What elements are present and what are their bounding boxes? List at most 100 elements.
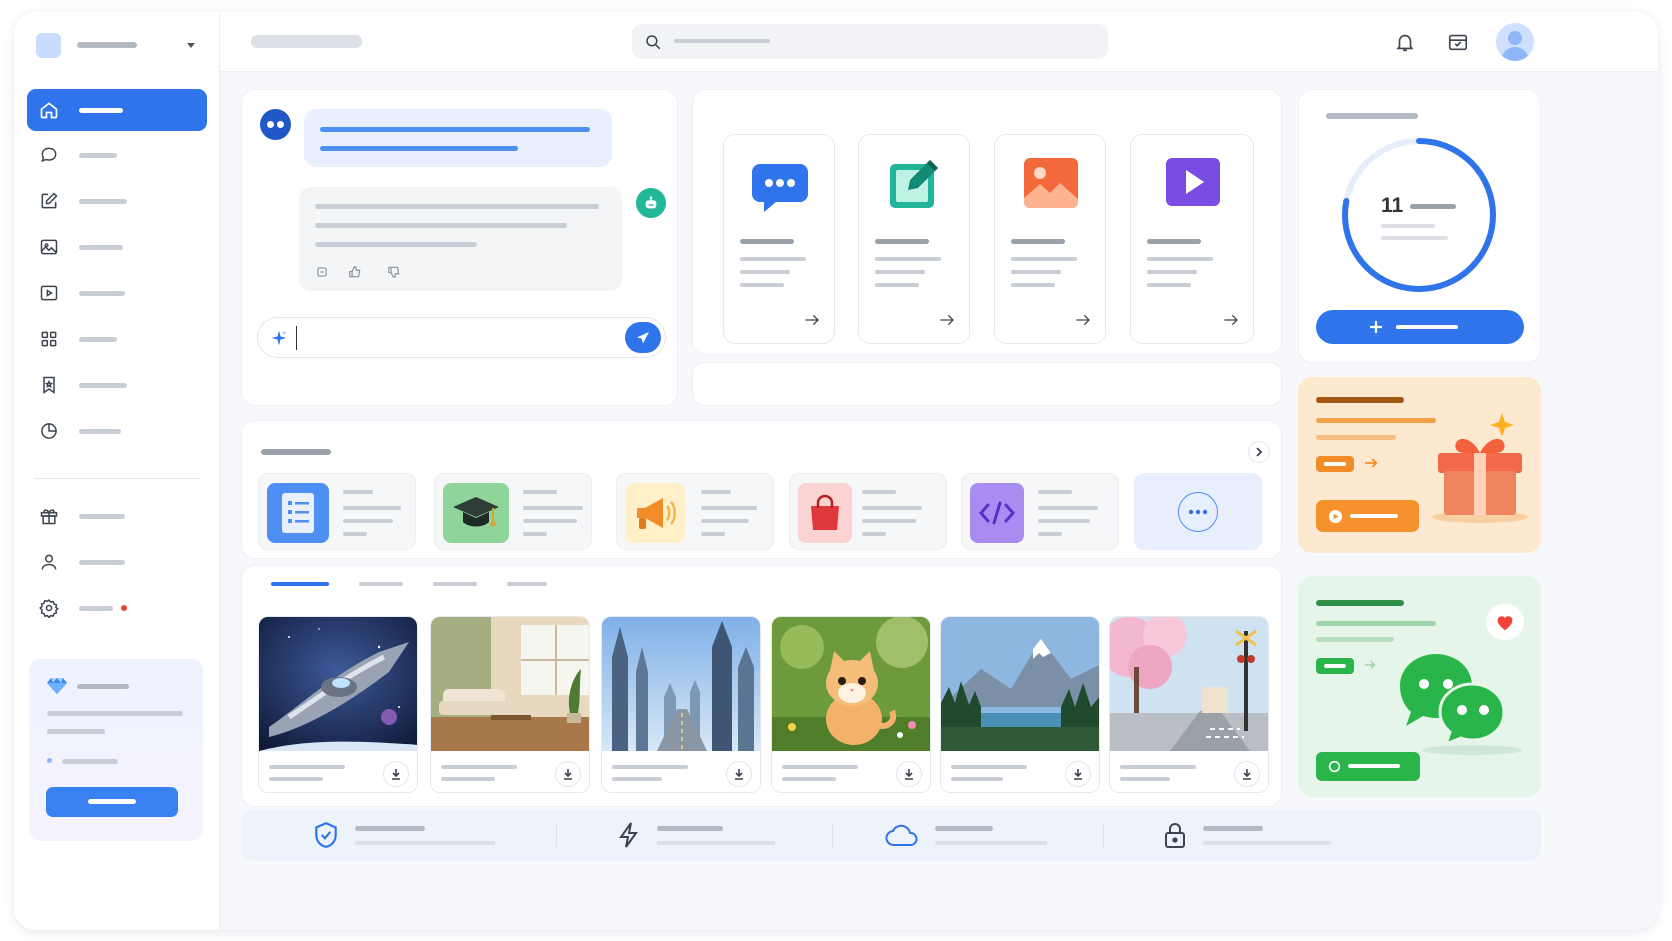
gallery-tab-3[interactable] <box>433 582 477 586</box>
send-icon <box>635 330 651 346</box>
thumbs-up-icon[interactable] <box>348 265 362 279</box>
sidebar <box>14 12 220 930</box>
tool-card-shopping[interactable] <box>789 473 947 550</box>
sidebar-item-write[interactable] <box>27 180 207 222</box>
tool-card-more[interactable] <box>1134 473 1262 550</box>
gallery-tab-2[interactable] <box>359 582 403 586</box>
spaceship-image <box>259 617 417 751</box>
gallery-tab-4[interactable] <box>507 582 547 586</box>
download-icon <box>390 768 402 780</box>
sidebar-item-chat[interactable] <box>27 134 207 176</box>
app-card-chat[interactable] <box>723 134 835 344</box>
feature-divider <box>1103 823 1104 847</box>
sparkle-icon <box>270 329 288 347</box>
assistant-message <box>299 187 622 291</box>
download-button[interactable] <box>555 761 581 787</box>
tool-card-education[interactable] <box>434 473 592 550</box>
gallery-item[interactable] <box>771 616 931 793</box>
user-icon <box>39 552 59 572</box>
add-credits-button[interactable] <box>1316 310 1524 344</box>
download-button[interactable] <box>726 761 752 787</box>
top-header <box>220 12 1658 72</box>
tool-card-marketing[interactable] <box>616 473 774 550</box>
settings-icon <box>39 598 59 618</box>
tool-card-code[interactable] <box>961 473 1119 550</box>
send-button[interactable] <box>625 322 661 353</box>
code-icon <box>970 483 1024 543</box>
heart-bubble-icon <box>1486 604 1524 640</box>
chevron-right-icon <box>1254 447 1264 457</box>
avatar[interactable] <box>1496 23 1534 61</box>
play-icon <box>39 283 59 303</box>
gallery-item[interactable] <box>1109 616 1269 793</box>
sidebar-item-saved[interactable] <box>27 364 207 406</box>
gallery-item[interactable] <box>601 616 761 793</box>
megaphone-icon <box>625 483 685 543</box>
download-icon <box>1072 768 1084 780</box>
wechat-promo-card[interactable] <box>1298 576 1541 797</box>
search-bar[interactable] <box>632 24 1108 59</box>
gallery-item[interactable] <box>430 616 590 793</box>
search-icon <box>644 33 662 51</box>
sidebar-item-history[interactable] <box>27 410 207 452</box>
chat-input[interactable] <box>296 326 596 350</box>
download-button[interactable] <box>1065 761 1091 787</box>
mountain-lake-image <box>941 617 1099 751</box>
gift-claim-button[interactable] <box>1316 500 1419 532</box>
gallery-item[interactable] <box>940 616 1100 793</box>
sidebar-item-video[interactable] <box>27 272 207 314</box>
download-button[interactable] <box>383 761 409 787</box>
search-input[interactable] <box>670 30 1090 52</box>
download-button[interactable] <box>1234 761 1260 787</box>
wechat-icon <box>1394 646 1524 756</box>
app-card-write[interactable] <box>858 134 970 344</box>
chat-small-icon <box>1328 760 1341 773</box>
document-icon <box>267 483 329 543</box>
copy-icon[interactable] <box>315 265 329 279</box>
upgrade-button[interactable] <box>46 787 178 817</box>
app-card-video[interactable] <box>1130 134 1254 344</box>
play-circle-icon <box>1328 509 1343 524</box>
feature-strip <box>241 809 1541 861</box>
sidebar-item-apps[interactable] <box>27 318 207 360</box>
gift-promo-card[interactable] <box>1298 377 1541 553</box>
futuristic-city-image <box>602 617 760 751</box>
sidebar-item-profile[interactable] <box>27 541 207 583</box>
wechat-button[interactable] <box>1316 752 1420 781</box>
lightning-icon <box>617 821 641 849</box>
grid-icon <box>39 329 59 349</box>
sidebar-divider <box>34 478 200 479</box>
gallery-item[interactable] <box>258 616 418 793</box>
bell-icon[interactable] <box>1394 31 1416 53</box>
chat-input-box[interactable] <box>257 317 666 358</box>
tool-card-document[interactable] <box>258 473 416 550</box>
sidebar-item-home[interactable] <box>27 89 207 131</box>
plus-icon <box>1369 320 1383 334</box>
arrow-right-icon <box>1075 313 1091 327</box>
shield-check-icon <box>313 821 339 849</box>
shopping-bag-icon <box>798 483 852 543</box>
lock-icon <box>1163 821 1187 849</box>
chat-panel <box>241 89 678 487</box>
apps-footer-strip <box>692 362 1282 406</box>
sidebar-item-rewards[interactable] <box>27 495 207 537</box>
chat-app-icon <box>750 156 810 216</box>
download-button[interactable] <box>896 761 922 787</box>
feature-speed <box>617 809 775 861</box>
app-card-image[interactable] <box>994 134 1106 344</box>
download-icon <box>562 768 574 780</box>
user-message <box>304 109 612 167</box>
diamond-icon <box>47 677 67 695</box>
image-icon <box>39 237 59 257</box>
download-icon <box>903 768 915 780</box>
sidebar-item-settings[interactable] <box>27 587 207 629</box>
sidebar-item-image[interactable] <box>27 226 207 268</box>
tools-title <box>261 449 331 455</box>
wallet-icon[interactable] <box>1446 31 1470 53</box>
feature-security <box>313 809 495 861</box>
workspace-switcher[interactable] <box>36 32 206 58</box>
thumbs-down-icon[interactable] <box>387 265 401 279</box>
gallery-tab-1[interactable] <box>271 582 329 586</box>
tools-next-button[interactable] <box>1248 441 1270 463</box>
feature-privacy <box>1163 809 1331 861</box>
